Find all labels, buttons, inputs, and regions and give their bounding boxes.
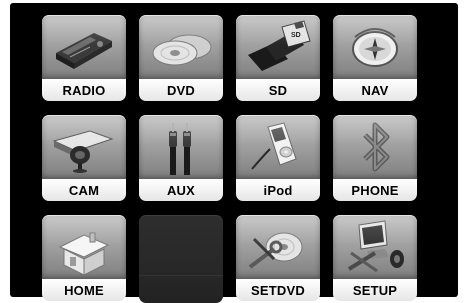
nav-tile-art: [333, 15, 417, 79]
bluetooth-icon: [363, 122, 390, 172]
home-tile-art: [42, 215, 126, 279]
aux-label: AUX: [139, 179, 223, 201]
ipod-label: iPod: [236, 179, 320, 201]
cam-button[interactable]: CAM: [42, 115, 126, 203]
aux-button[interactable]: AUX: [139, 115, 223, 203]
house-icon: [58, 232, 110, 275]
sd-card-icon: SD: [248, 20, 311, 71]
radio-label: RADIO: [42, 79, 126, 101]
sd-button[interactable]: SD SD: [236, 15, 320, 103]
rca-cable-icon: [169, 123, 191, 175]
head-unit-screen: RADIO DVD SD SD NAV CAM AUX iPod PHONE H…: [10, 3, 458, 303]
dvd-label: DVD: [139, 79, 223, 101]
setup-label: SETUP: [333, 279, 417, 301]
svg-text:SD: SD: [291, 32, 301, 39]
setdvd-tile-art: [236, 215, 320, 279]
home-button[interactable]: HOME: [42, 215, 126, 303]
sd-tile-art: SD: [236, 15, 320, 79]
main-menu-grid: RADIO DVD SD SD NAV CAM AUX iPod PHONE H…: [42, 15, 417, 303]
home-label: HOME: [42, 279, 126, 301]
dvd-tile-art: [139, 15, 223, 79]
setup-tile-art: [333, 215, 417, 279]
ipod-button[interactable]: iPod: [236, 115, 320, 203]
setdvd-label: SETDVD: [236, 279, 320, 301]
empty-slot-art: [139, 215, 223, 303]
cam-tile-art: [42, 115, 126, 179]
setup-button[interactable]: SETUP: [333, 215, 417, 303]
dvd-button[interactable]: DVD: [139, 15, 223, 103]
aux-tile-art: [139, 115, 223, 179]
camera-icon: [52, 130, 114, 173]
radio-icon: [56, 33, 112, 69]
sd-label: SD: [236, 79, 320, 101]
phone-label: PHONE: [333, 179, 417, 201]
radio-tile-art: [42, 15, 126, 79]
ipod-tile-art: [236, 115, 320, 179]
disc-wrench-icon: [248, 232, 303, 269]
cam-label: CAM: [42, 179, 126, 201]
disc-icon: [152, 34, 212, 66]
phone-tile-art: [333, 115, 417, 179]
setdvd-button[interactable]: SETDVD: [236, 215, 320, 303]
phone-button[interactable]: PHONE: [333, 115, 417, 203]
empty-slot: [139, 215, 223, 303]
compass-icon: [352, 28, 398, 67]
nav-button[interactable]: NAV: [333, 15, 417, 103]
ipod-icon: [251, 122, 297, 170]
computer-tools-icon: [347, 220, 404, 273]
radio-button[interactable]: RADIO: [42, 15, 126, 103]
nav-label: NAV: [333, 79, 417, 101]
